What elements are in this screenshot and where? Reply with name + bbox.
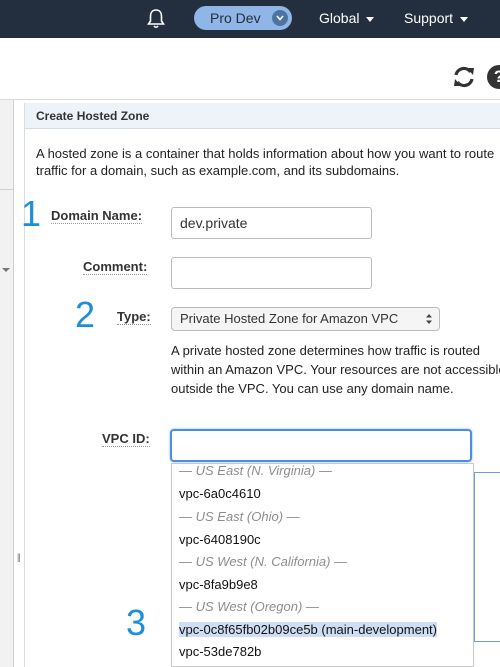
pane-divider [0, 140, 14, 190]
account-label: Pro Dev [210, 10, 261, 26]
vpc-region-box [474, 472, 500, 642]
vpc-option[interactable]: vpc-6a0c4610 [172, 483, 473, 505]
region-label: Global [319, 10, 360, 26]
type-selected-value: Private Hosted Zone for Amazon VPC [180, 311, 399, 326]
caret-down-icon[interactable] [2, 268, 10, 272]
caret-down-icon [366, 16, 375, 22]
pane-resize-handle[interactable]: || [17, 552, 21, 562]
account-menu-button[interactable]: Pro Dev [194, 6, 292, 30]
bell-icon[interactable] [146, 8, 166, 30]
vpc-id-input[interactable] [170, 429, 472, 462]
comment-input[interactable] [171, 257, 372, 289]
support-label: Support [404, 10, 454, 26]
step-marker-1: 1 [21, 193, 42, 234]
type-select[interactable]: Private Hosted Zone for Amazon VPC [171, 307, 440, 331]
panel-intro-text: A hosted zone is a container that holds … [36, 146, 495, 178]
top-nav-bar: Pro Dev Global Support [0, 0, 500, 38]
support-menu-button[interactable]: Support [404, 10, 469, 26]
select-arrows-icon [426, 314, 432, 324]
vpc-option[interactable]: vpc-8fa9b9e8 [172, 574, 473, 596]
type-label: Type: [117, 309, 151, 325]
step-marker-3: 3 [126, 602, 147, 643]
domain-name-input[interactable]: dev.private [171, 207, 372, 239]
type-help-text: A private hosted zone determines how tra… [171, 343, 500, 396]
left-navigation-pane [0, 100, 14, 667]
comment-label: Comment: [83, 259, 148, 275]
region-menu-button[interactable]: Global [319, 10, 375, 26]
vpc-option[interactable]: vpc-53de782b [172, 641, 473, 663]
vpc-option[interactable]: vpc-6408190c [172, 529, 473, 551]
vpc-option-label: vpc-0c8f65fb02b09ce5b (main-development) [179, 622, 437, 637]
vpc-group-header: — US West (Oregon) — [179, 599, 319, 614]
vpc-dropdown-list[interactable]: — US East (N. Virginia) — vpc-6a0c4610 —… [171, 463, 474, 667]
vpc-option-selected[interactable]: vpc-0c8f65fb02b09ce5b (main-development) [172, 619, 473, 641]
panel-title: Create Hosted Zone [36, 109, 150, 123]
caret-down-icon [460, 16, 469, 22]
vpc-id-label: VPC ID: [102, 431, 150, 447]
vpc-group-header: — US West (N. California) — [179, 554, 348, 569]
refresh-icon[interactable] [452, 66, 476, 88]
chevron-down-icon [272, 10, 288, 26]
toolbar [0, 38, 500, 100]
step-marker-2: 2 [75, 294, 96, 335]
vpc-group-header: — US East (N. Virginia) — [179, 463, 332, 478]
domain-name-label: Domain Name: [51, 208, 143, 224]
vpc-group-header: — US East (Ohio) — [179, 509, 300, 524]
